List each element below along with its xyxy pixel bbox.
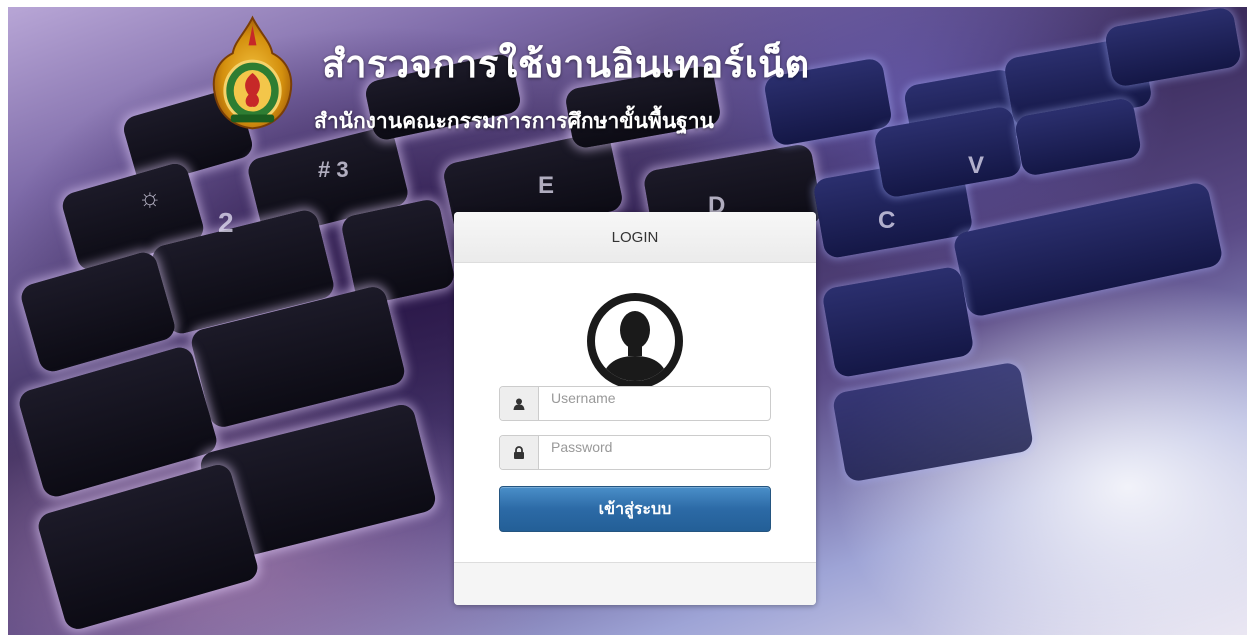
panel-footer xyxy=(454,562,816,605)
username-input-group xyxy=(499,381,771,421)
lock-icon xyxy=(500,436,539,469)
login-panel: LOGIN เข้าสู่ระบบ xyxy=(454,212,816,605)
username-input[interactable] xyxy=(539,381,770,414)
page-subtitle: สำนักงานคณะกรรมการการศึกษาขั้นพื้นฐาน xyxy=(314,110,714,133)
password-input[interactable] xyxy=(539,430,770,463)
user-avatar-icon xyxy=(587,293,683,389)
password-input-group xyxy=(499,430,771,470)
page-title: สำรวจการใช้งานอินเทอร์เน็ต xyxy=(322,44,810,86)
government-seal-icon xyxy=(212,15,293,130)
login-heading: LOGIN xyxy=(454,212,816,263)
user-icon xyxy=(500,387,539,420)
login-button[interactable]: เข้าสู่ระบบ xyxy=(499,486,771,532)
